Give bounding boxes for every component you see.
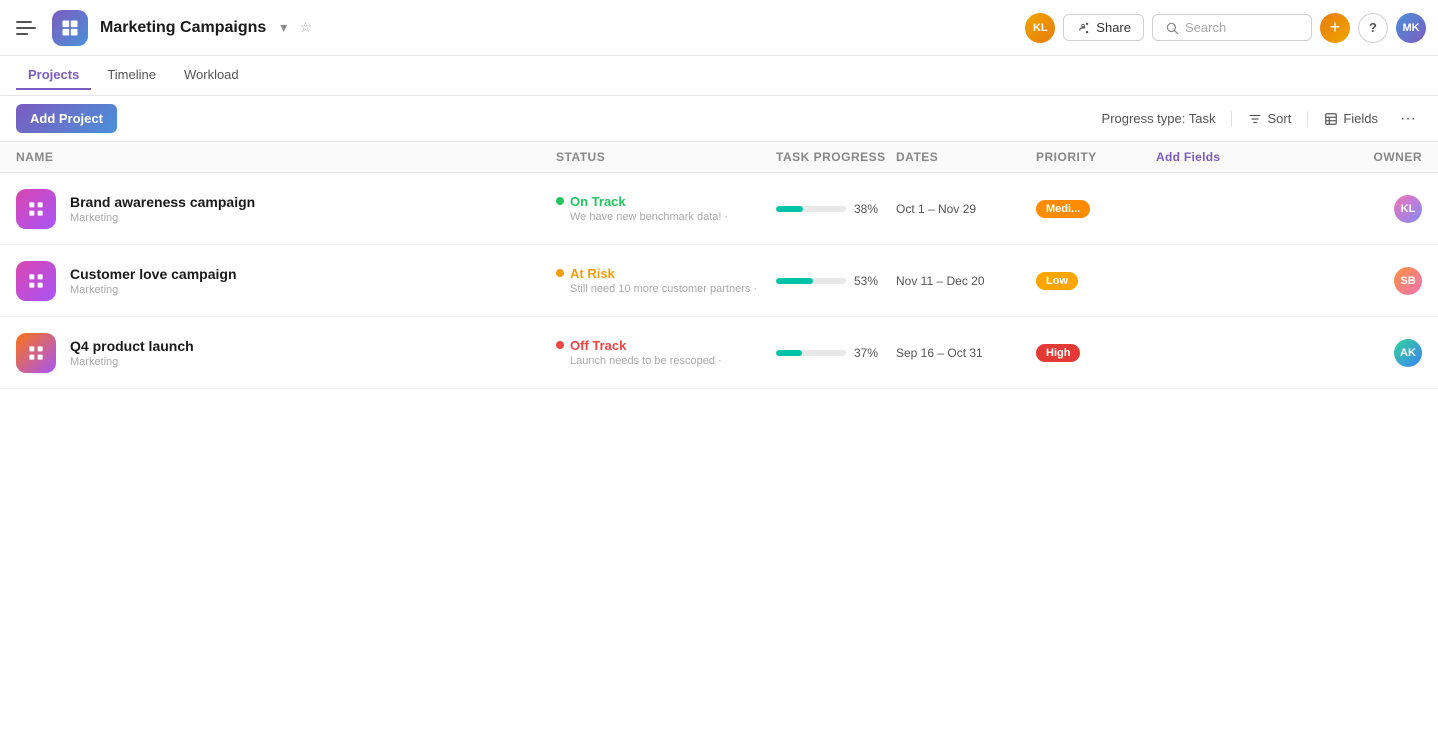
row-project-name[interactable]: Brand awareness campaign (70, 194, 556, 210)
table-body: Brand awareness campaign Marketing On Tr… (0, 173, 1438, 389)
row-owner: AK (1236, 339, 1422, 367)
row-progress-col: 53% (776, 274, 896, 288)
status-dot (556, 269, 564, 277)
sort-action[interactable]: Sort (1240, 107, 1299, 130)
app-title: Marketing Campaigns (100, 19, 266, 37)
progress-percent: 53% (854, 274, 878, 288)
progress-bar-bg (776, 278, 846, 284)
row-owner: KL (1236, 195, 1422, 223)
progress-percent: 37% (854, 346, 878, 360)
status-dot (556, 341, 564, 349)
toolbar: Add Project Progress type: Task Sort Fie… (0, 96, 1438, 142)
subnav-item-projects[interactable]: Projects (16, 61, 91, 90)
table-row[interactable]: Brand awareness campaign Marketing On Tr… (0, 173, 1438, 245)
progress-bar-fill (776, 206, 803, 212)
row-dates: Oct 1 – Nov 29 (896, 202, 1036, 216)
progress-percent: 38% (854, 202, 878, 216)
row-category: Marketing (70, 356, 556, 368)
topbar: Marketing Campaigns ▾ ☆ KL Share Search … (0, 0, 1438, 56)
row-progress-col: 38% (776, 202, 896, 216)
help-button[interactable]: ? (1358, 13, 1388, 43)
fields-action[interactable]: Fields (1316, 107, 1386, 130)
add-project-button[interactable]: Add Project (16, 104, 117, 133)
search-placeholder: Search (1185, 20, 1226, 35)
toolbar-divider-1 (1231, 111, 1232, 127)
col-header-dates: Dates (896, 150, 1036, 164)
row-name-col: Brand awareness campaign Marketing (70, 194, 556, 224)
app-logo (52, 10, 88, 46)
row-category: Marketing (70, 284, 556, 296)
status-label: Off Track (570, 338, 722, 353)
status-label: At Risk (570, 266, 757, 281)
priority-badge: Medi... (1036, 200, 1090, 218)
user-avatar-main[interactable]: MK (1396, 13, 1426, 43)
sort-label: Sort (1267, 111, 1291, 126)
priority-badge: High (1036, 344, 1080, 362)
row-status-col: Off Track Launch needs to be rescoped · (556, 338, 776, 367)
table-header: Name Status Task Progress Dates Priority… (0, 142, 1438, 173)
row-icon (16, 261, 56, 301)
progress-type-label: Progress type: Task (1102, 111, 1216, 126)
progress-bar-bg (776, 350, 846, 356)
status-note: We have new benchmark data! · (570, 211, 728, 223)
user-avatar-small[interactable]: KL (1025, 13, 1055, 43)
dropdown-icon[interactable]: ▾ (280, 19, 287, 36)
row-priority: Low (1036, 271, 1156, 290)
toolbar-divider-2 (1307, 111, 1308, 127)
subnav-item-workload[interactable]: Workload (172, 61, 251, 90)
add-button[interactable]: + (1320, 13, 1350, 43)
row-priority: High (1036, 343, 1156, 362)
row-icon (16, 189, 56, 229)
col-header-owner: Owner (1236, 150, 1422, 164)
col-header-priority: Priority (1036, 150, 1156, 164)
progress-bar-fill (776, 278, 813, 284)
progress-bar-fill (776, 350, 802, 356)
col-header-add-fields[interactable]: Add Fields (1156, 150, 1236, 164)
row-dates: Sep 16 – Oct 31 (896, 346, 1036, 360)
row-owner: SB (1236, 267, 1422, 295)
row-project-name[interactable]: Q4 product launch (70, 338, 556, 354)
row-category: Marketing (70, 212, 556, 224)
priority-badge: Low (1036, 272, 1078, 290)
col-header-name: Name (16, 150, 556, 164)
owner-avatar[interactable]: AK (1394, 339, 1422, 367)
col-header-status: Status (556, 150, 776, 164)
subnav: Projects Timeline Workload (0, 56, 1438, 96)
status-note: Still need 10 more customer partners · (570, 283, 757, 295)
favorite-icon[interactable]: ☆ (299, 19, 312, 36)
owner-avatar[interactable]: KL (1394, 195, 1422, 223)
row-status-col: At Risk Still need 10 more customer part… (556, 266, 776, 295)
row-dates: Nov 11 – Dec 20 (896, 274, 1036, 288)
hamburger-menu[interactable] (12, 12, 44, 44)
more-button[interactable]: ··· (1394, 105, 1422, 133)
col-header-task-progress: Task Progress (776, 150, 896, 164)
row-icon (16, 333, 56, 373)
share-button[interactable]: Share (1063, 14, 1144, 41)
row-name-col: Q4 product launch Marketing (70, 338, 556, 368)
share-label: Share (1096, 20, 1131, 35)
subnav-item-timeline[interactable]: Timeline (95, 61, 168, 90)
table-row[interactable]: Q4 product launch Marketing Off Track La… (0, 317, 1438, 389)
owner-avatar[interactable]: SB (1394, 267, 1422, 295)
row-progress-col: 37% (776, 346, 896, 360)
status-dot (556, 197, 564, 205)
fields-label: Fields (1343, 111, 1378, 126)
progress-bar-bg (776, 206, 846, 212)
progress-type-action[interactable]: Progress type: Task (1094, 107, 1224, 130)
row-project-name[interactable]: Customer love campaign (70, 266, 556, 282)
status-label: On Track (570, 194, 728, 209)
search-box[interactable]: Search (1152, 14, 1312, 41)
row-priority: Medi... (1036, 199, 1156, 218)
status-note: Launch needs to be rescoped · (570, 355, 722, 367)
row-status-col: On Track We have new benchmark data! · (556, 194, 776, 223)
table-row[interactable]: Customer love campaign Marketing At Risk… (0, 245, 1438, 317)
row-name-col: Customer love campaign Marketing (70, 266, 556, 296)
